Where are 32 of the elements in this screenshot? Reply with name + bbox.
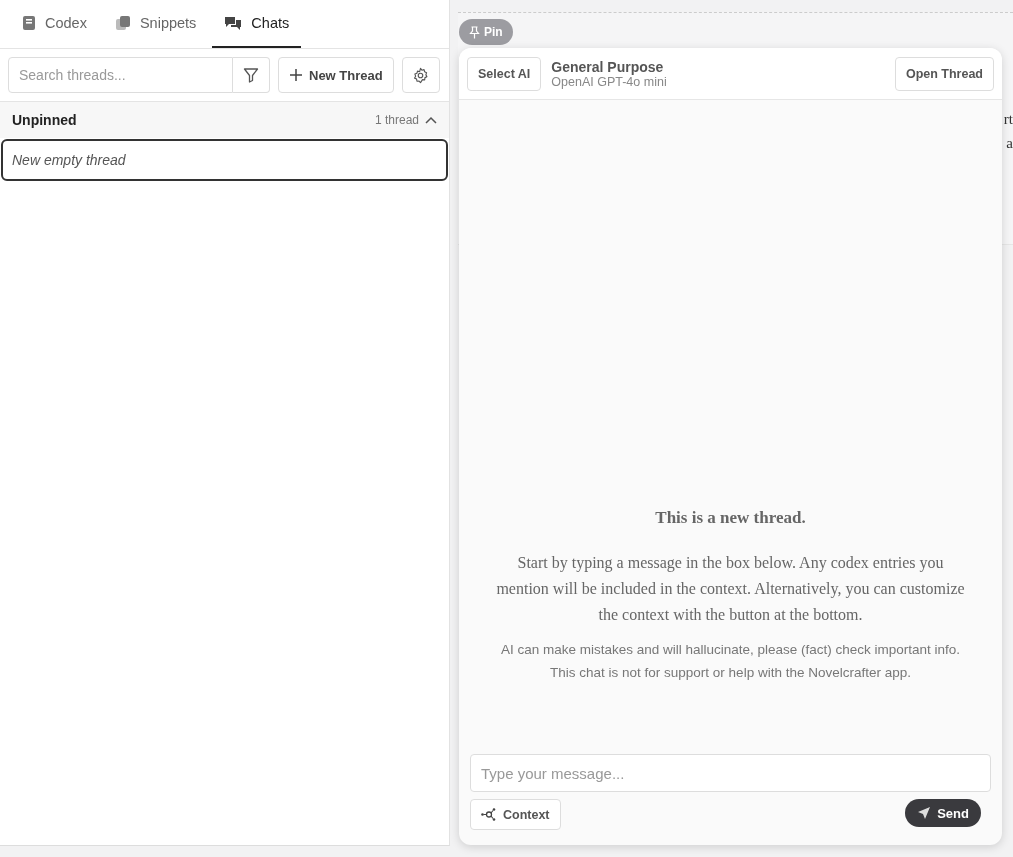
search-field[interactable]: Search threads... xyxy=(8,57,233,93)
pin-icon xyxy=(469,25,480,39)
chevron-icon[interactable] xyxy=(425,116,437,124)
copy-icon xyxy=(114,15,131,31)
filter-button[interactable] xyxy=(233,57,270,93)
send-icon xyxy=(917,806,932,820)
message-field[interactable]: Type your message... xyxy=(470,754,991,792)
settings-icon xyxy=(412,66,430,84)
plus-icon xyxy=(289,68,303,82)
empty-message: Start by typing a message in the box below. Any codex entries you mention will be included in the context. Alternatively, you can customize the context with the button at the bottom. xyxy=(495,553,966,625)
context-button[interactable]: Context xyxy=(470,799,561,830)
group-title: Unpinned xyxy=(12,112,77,128)
assistant-name: General Purpose xyxy=(551,58,665,75)
disclaimer: AI can make mistakes and will hallucinate, please (fact) check important info. This chat is not for support or help with the Novelcrafter app. xyxy=(499,641,962,682)
tab[interactable]: Chats xyxy=(212,0,302,48)
background-text: a xyxy=(1006,135,1013,152)
tab[interactable]: Snippets xyxy=(102,0,209,48)
empty-title: This is a new thread. xyxy=(655,508,806,528)
model-name: OpenAI GPT-4o mini xyxy=(551,74,668,89)
select-ai-button[interactable]: Select AI xyxy=(467,56,542,91)
chat-icon xyxy=(224,15,243,31)
settings-button[interactable] xyxy=(401,57,440,93)
filter-icon xyxy=(243,67,259,83)
thread-item[interactable]: New empty thread xyxy=(1,139,448,181)
open-thread-button[interactable]: Open Thread xyxy=(894,56,994,91)
background-text: rt xyxy=(1003,111,1013,128)
new-thread-button[interactable]: New Thread xyxy=(278,57,394,93)
network-icon xyxy=(481,808,497,821)
tab[interactable]: Codex xyxy=(10,0,99,48)
send-button[interactable]: Send xyxy=(905,799,981,827)
thread-count: 1 thread xyxy=(374,113,419,127)
book-icon xyxy=(22,15,36,31)
